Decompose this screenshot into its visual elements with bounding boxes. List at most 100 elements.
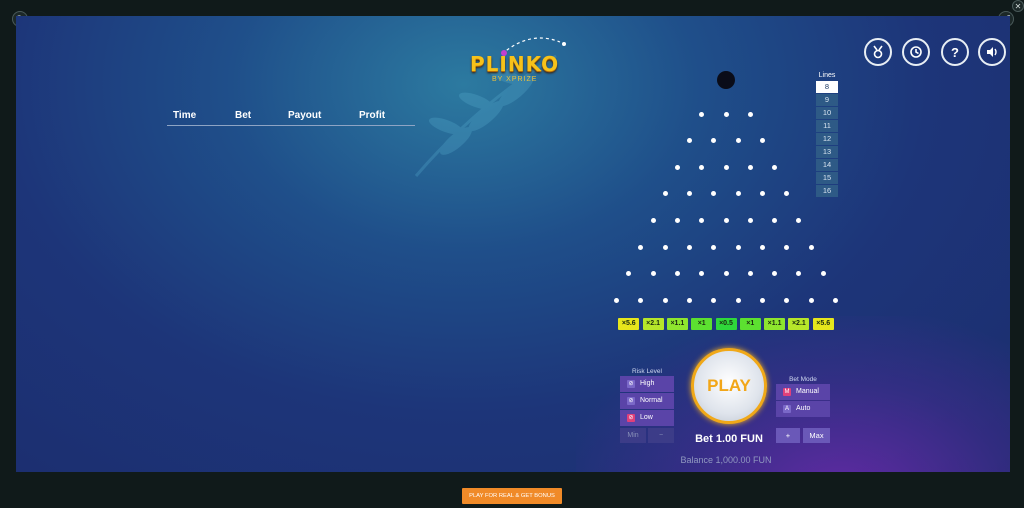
history-col-profit: Profit bbox=[359, 110, 386, 121]
peg bbox=[650, 271, 656, 277]
multiplier-slot: ×5.6 bbox=[618, 317, 640, 330]
peg bbox=[723, 111, 729, 117]
peg bbox=[687, 191, 693, 197]
peg bbox=[662, 244, 668, 250]
peg bbox=[759, 297, 765, 303]
medal-icon[interactable] bbox=[864, 38, 892, 66]
mode-label-auto: Auto bbox=[796, 405, 811, 412]
peg bbox=[638, 244, 644, 250]
history-col-bet: Bet bbox=[235, 110, 252, 121]
peg bbox=[674, 271, 680, 277]
peg bbox=[699, 164, 705, 170]
peg bbox=[638, 297, 644, 303]
multiplier-slot: ×5.6 bbox=[812, 317, 834, 330]
history-col-payout: Payout bbox=[288, 110, 322, 121]
mode-option-auto[interactable]: A Auto bbox=[776, 401, 830, 417]
clock-icon[interactable] bbox=[902, 38, 930, 66]
risk-option-low[interactable]: ⊘ Low bbox=[620, 410, 674, 426]
peg bbox=[796, 217, 802, 223]
plinko-logo: PLINKO BY XPRIZE bbox=[470, 34, 580, 84]
peg bbox=[723, 271, 729, 277]
min-bet-button[interactable]: Min bbox=[620, 428, 646, 443]
peg bbox=[808, 244, 814, 250]
peg bbox=[674, 217, 680, 223]
bet-mode-panel: Bet Mode M Manual A Auto bbox=[776, 376, 830, 456]
multiplier-slot: ×1.1 bbox=[666, 317, 688, 330]
help-icon[interactable]: ? bbox=[941, 38, 969, 66]
peg bbox=[711, 138, 717, 144]
peg bbox=[772, 164, 778, 170]
peg bbox=[687, 244, 693, 250]
peg bbox=[699, 217, 705, 223]
max-bet-button[interactable]: Max bbox=[803, 428, 830, 443]
peg bbox=[711, 244, 717, 250]
risk-option-normal[interactable]: ⊘ Normal bbox=[620, 393, 674, 409]
logo-subtitle: BY XPRIZE bbox=[492, 76, 538, 83]
peg bbox=[784, 297, 790, 303]
peg bbox=[759, 191, 765, 197]
peg bbox=[723, 217, 729, 223]
peg bbox=[687, 297, 693, 303]
peg bbox=[711, 297, 717, 303]
multiplier-slot: ×1.1 bbox=[764, 317, 786, 330]
multiplier-slot: ×2.1 bbox=[788, 317, 810, 330]
high-risk-icon: ⊘ bbox=[627, 380, 635, 388]
risk-title: Risk Level bbox=[632, 368, 662, 375]
normal-risk-icon: ⊘ bbox=[627, 397, 635, 405]
peg bbox=[674, 164, 680, 170]
game-area: PLINKO BY XPRIZE ? Time Bet Payout Profi… bbox=[16, 16, 1010, 472]
risk-label-low: Low bbox=[640, 414, 653, 421]
mode-label-manual: Manual bbox=[796, 388, 819, 395]
multiplier-slot: ×1 bbox=[739, 317, 761, 330]
peg bbox=[759, 138, 765, 144]
peg bbox=[759, 244, 765, 250]
mode-title: Bet Mode bbox=[789, 376, 817, 383]
manual-icon: M bbox=[783, 388, 791, 396]
peg bbox=[820, 271, 826, 277]
peg bbox=[832, 297, 838, 303]
bet-amount: Bet 1.00 FUN bbox=[695, 433, 763, 445]
peg bbox=[662, 297, 668, 303]
plinko-ball bbox=[717, 71, 735, 89]
decrease-bet-button[interactable]: − bbox=[648, 428, 674, 443]
risk-label-high: High bbox=[640, 380, 655, 387]
peg bbox=[808, 297, 814, 303]
peg bbox=[711, 191, 717, 197]
peg bbox=[772, 217, 778, 223]
risk-option-high[interactable]: ⊘ High bbox=[620, 376, 674, 392]
peg bbox=[735, 191, 741, 197]
multiplier-slot: ×0.5 bbox=[715, 317, 737, 330]
peg bbox=[650, 217, 656, 223]
close-icon[interactable]: ✕ bbox=[1012, 0, 1024, 12]
peg bbox=[614, 297, 620, 303]
play-label: PLAY bbox=[707, 376, 751, 395]
mode-option-manual[interactable]: M Manual bbox=[776, 384, 830, 400]
peg bbox=[662, 191, 668, 197]
peg bbox=[784, 191, 790, 197]
peg bbox=[747, 164, 753, 170]
peg bbox=[772, 271, 778, 277]
peg bbox=[735, 244, 741, 250]
peg bbox=[687, 138, 693, 144]
history-col-time: Time bbox=[173, 110, 197, 121]
risk-label-normal: Normal bbox=[640, 397, 663, 404]
plinko-board: ×5.6 ×2.1 ×1.1 ×1 ×0.5 ×1 ×1.1 ×2.1 ×5.6 bbox=[612, 71, 840, 331]
multiplier-slot: ×2.1 bbox=[642, 317, 664, 330]
increase-bet-button[interactable]: + bbox=[776, 428, 800, 443]
peg bbox=[626, 271, 632, 277]
peg bbox=[723, 164, 729, 170]
peg bbox=[747, 271, 753, 277]
speaker-icon[interactable] bbox=[978, 38, 1006, 66]
peg bbox=[735, 138, 741, 144]
bet-history-header: Time Bet Payout Profit bbox=[167, 107, 415, 126]
balance: Balance 1,000.00 FUN bbox=[680, 455, 772, 465]
logo-title: PLINKO bbox=[470, 52, 560, 76]
peg bbox=[735, 297, 741, 303]
play-for-real-button[interactable]: PLAY FOR REAL & GET BONUS bbox=[462, 488, 562, 504]
peg bbox=[747, 111, 753, 117]
auto-icon: A bbox=[783, 405, 791, 413]
peg bbox=[796, 271, 802, 277]
peg bbox=[699, 111, 705, 117]
multiplier-slot: ×1 bbox=[691, 317, 713, 330]
play-button[interactable]: PLAY bbox=[691, 348, 767, 424]
